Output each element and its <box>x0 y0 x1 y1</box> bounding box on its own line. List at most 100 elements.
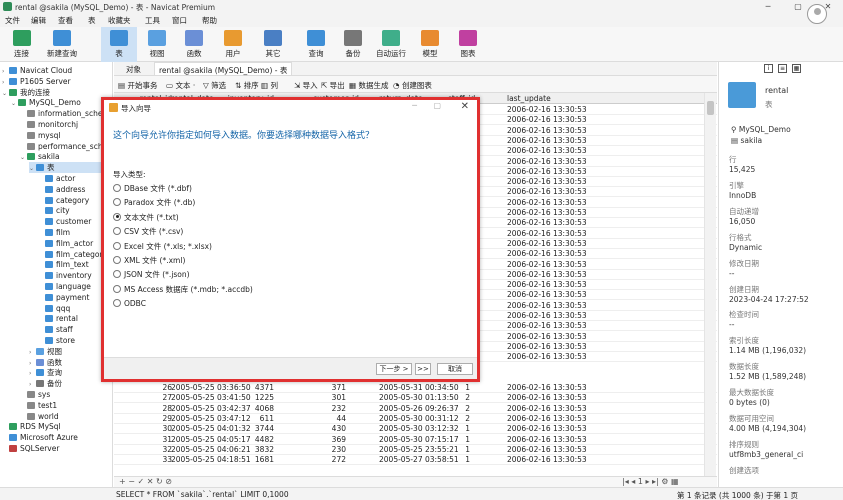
text-button[interactable]: ▭ 文本 · <box>166 80 195 91</box>
grid-cell[interactable]: 33 <box>122 454 172 465</box>
tree-item[interactable]: › P1605 Server <box>2 76 112 87</box>
toolbar-model-button[interactable]: 模型 <box>412 27 448 62</box>
import-button[interactable]: ⇲ 导入 <box>294 80 318 91</box>
data-generation-button[interactable]: ▦ 数据生成 <box>349 80 388 91</box>
table-row[interactable]: 33 2005-05-25 04:18:51 1681 272 2005-05-27 0… <box>114 454 717 466</box>
dialog-close-button[interactable]: ✕ <box>461 101 469 112</box>
tree-item[interactable]: test1 <box>20 400 112 411</box>
info-icon[interactable]: i <box>764 64 773 73</box>
radio-button[interactable] <box>113 198 121 207</box>
tree-item[interactable]: monitorchj <box>20 119 112 130</box>
tree-item[interactable]: ⌄ sakila <box>20 151 112 163</box>
import-format-option[interactable]: CSV 文件 (*.csv) <box>113 226 183 237</box>
tree-item[interactable]: mysql <box>20 130 112 141</box>
tree-node-icon <box>27 391 35 398</box>
tree-item[interactable]: SQLServer <box>2 443 112 454</box>
radio-button[interactable] <box>113 212 121 221</box>
tree-item[interactable]: Microsoft Azure <box>2 432 112 443</box>
toolbar-table-button[interactable]: 表 <box>101 27 137 62</box>
toolbar-tools-button[interactable]: 其它 <box>255 27 291 62</box>
grid-cell[interactable]: 2006-02-16 13:30:53 <box>507 351 587 362</box>
begin-transaction-button[interactable]: ▤ 开始事务 <box>118 80 157 91</box>
user-avatar-icon[interactable] <box>807 4 827 24</box>
radio-button[interactable] <box>113 270 121 279</box>
radio-button[interactable] <box>113 256 121 264</box>
tab-rental-table[interactable]: rental @sakila (MySQL_Demo) - 表 <box>154 62 293 75</box>
import-format-option[interactable]: ODBC <box>113 298 146 309</box>
last-step-button[interactable]: >> <box>415 363 431 375</box>
import-format-option[interactable]: Excel 文件 (*.xls; *.xlsx) <box>113 241 212 252</box>
menu-table[interactable]: 表 <box>88 15 96 26</box>
tree-expander-icon[interactable]: ⌄ <box>11 98 18 109</box>
radio-button[interactable] <box>113 241 121 250</box>
menu-window[interactable]: 窗口 <box>172 15 187 26</box>
export-button[interactable]: ⇱ 导出 <box>321 80 345 91</box>
import-format-option[interactable]: 文本文件 (*.txt) <box>113 212 179 223</box>
grid-navigation: + − ✓ ✕ ↻ ⊘ |◂ ◂ 1 ▸ ▸| ⚙ ▦ <box>114 476 717 487</box>
tree-item[interactable]: RDS MySql <box>2 421 112 432</box>
grid-scrollbar[interactable] <box>704 93 716 476</box>
menu-tools[interactable]: 工具 <box>145 15 160 26</box>
tab-rental-label: rental @sakila (MySQL_Demo) - 表 <box>159 66 288 75</box>
tree-item[interactable]: sys <box>20 389 112 400</box>
page-navigation-buttons[interactable]: |◂ ◂ 1 ▸ ▸| ⚙ ▦ <box>622 477 679 486</box>
grid-cell[interactable]: 1 <box>448 454 470 465</box>
radio-button[interactable] <box>113 284 121 293</box>
cancel-button[interactable]: 取消 <box>437 363 473 375</box>
toolbar-robot-button[interactable]: 自动运行 <box>371 27 411 62</box>
import-format-option[interactable]: MS Access 数据库 (*.mdb; *.accdb) <box>113 284 253 295</box>
property-value: Dynamic <box>729 242 763 252</box>
filter-button[interactable]: ▽ 筛选 <box>203 80 226 91</box>
toolbar-function-button[interactable]: 函数 <box>176 27 212 62</box>
grid-cell[interactable]: 1681 <box>221 454 274 465</box>
minimize-button[interactable]: ─ <box>753 0 783 13</box>
import-format-option[interactable]: DBase 文件 (*.dbf) <box>113 183 192 194</box>
toolbar-label: 查询 <box>308 49 324 58</box>
tree-item[interactable]: performance_schema <box>20 141 112 152</box>
grid-cell[interactable]: 2005-05-27 03:58:51 <box>379 454 459 465</box>
tree-item-label: actor <box>56 174 76 183</box>
tree-item[interactable]: ⌄ MySQL_Demo <box>11 97 112 109</box>
column-header[interactable]: last_update <box>507 93 551 104</box>
columns-button[interactable]: ▥ 列 <box>261 80 278 91</box>
next-button[interactable]: 下一步 > <box>376 363 412 375</box>
toolbar-chart-button[interactable]: 图表 <box>450 27 486 62</box>
grid-icon[interactable]: ▦ <box>792 64 801 73</box>
grid-cell[interactable]: 2006-02-16 13:30:53 <box>507 454 587 465</box>
tree-expander-icon[interactable]: ⌄ <box>20 152 27 163</box>
property-label: 数据长度 <box>729 362 759 372</box>
tree-item[interactable]: information_schema <box>20 108 112 119</box>
toolbar-user-button[interactable]: 用户 <box>214 27 252 62</box>
toolbar-backup-button[interactable]: 备份 <box>336 27 370 62</box>
toolbar-new-query-button[interactable]: 新建查询 <box>40 27 84 62</box>
radio-button[interactable] <box>113 184 121 192</box>
import-format-option[interactable]: Paradox 文件 (*.db) <box>113 197 195 208</box>
tree-node-icon <box>9 423 17 431</box>
create-chart-button[interactable]: ◔ 创建图表 <box>393 80 432 91</box>
menu-view[interactable]: 查看 <box>58 15 73 26</box>
database-name-label: sakila <box>740 136 763 145</box>
tree-item[interactable]: › Navicat Cloud <box>2 65 112 76</box>
import-format-option[interactable]: XML 文件 (*.xml) <box>113 255 185 266</box>
grid-cell[interactable]: 272 <box>313 454 346 465</box>
radio-button[interactable] <box>113 299 121 308</box>
menu-file[interactable]: 文件 <box>5 15 20 26</box>
import-format-option[interactable]: JSON 文件 (*.json) <box>113 269 190 280</box>
record-edit-buttons[interactable]: + − ✓ ✕ ↻ ⊘ <box>119 477 172 486</box>
ddl-icon[interactable]: ≡ <box>778 64 787 73</box>
menu-edit[interactable]: 编辑 <box>31 15 46 26</box>
toolbar-plug-button[interactable]: 连接 <box>3 27 40 62</box>
tree-expander-icon[interactable]: ⌄ <box>2 88 9 99</box>
toolbar-view-button[interactable]: 视图 <box>139 27 175 62</box>
scrollbar-thumb[interactable] <box>707 101 714 115</box>
toolbar-query-button[interactable]: 查询 <box>298 27 334 62</box>
sort-button[interactable]: ⇅ 排序 <box>235 80 259 91</box>
tree-expander-icon[interactable]: ⌄ <box>29 163 36 174</box>
tree-node-icon <box>9 445 17 452</box>
tree-item[interactable]: world <box>20 411 112 422</box>
tab-objects[interactable]: 对象 <box>126 64 141 75</box>
tree-item[interactable]: ⌄ 我的连接 <box>2 87 112 99</box>
menu-help[interactable]: 帮助 <box>202 15 217 26</box>
menu-favorites[interactable]: 收藏夹 <box>108 15 131 26</box>
radio-button[interactable] <box>113 227 121 236</box>
